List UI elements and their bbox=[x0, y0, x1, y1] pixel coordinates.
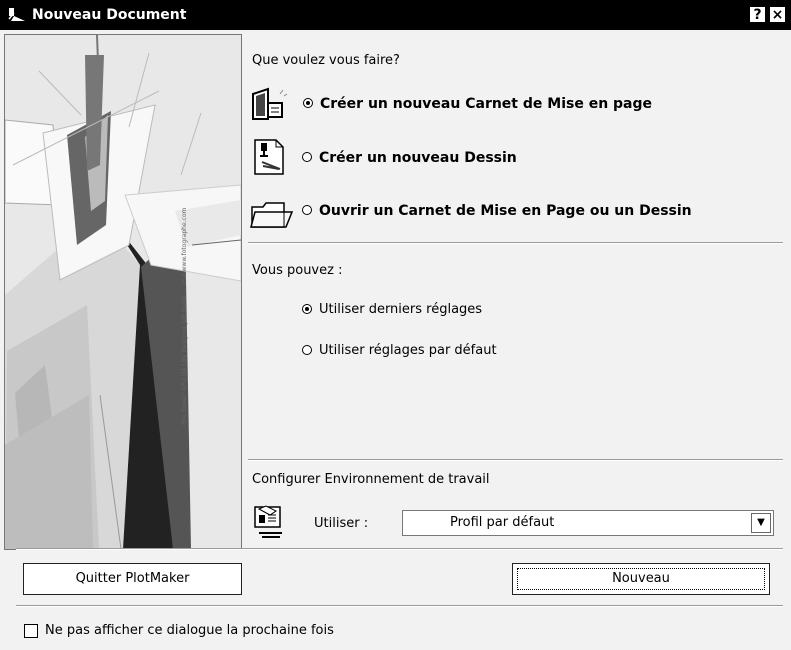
prompt-label: Que voulez vous faire? bbox=[252, 53, 400, 68]
layout-book-icon bbox=[252, 87, 288, 120]
environment-heading: Configurer Environnement de travail bbox=[252, 472, 490, 487]
dialog-title: Nouveau Document bbox=[32, 7, 187, 23]
use-profile-label: Utiliser : bbox=[314, 516, 369, 531]
create-layout-label[interactable]: Créer un nouveau Carnet de Mise en page bbox=[320, 96, 652, 112]
profile-computer-icon bbox=[254, 505, 282, 538]
folder-open-icon bbox=[250, 202, 294, 228]
use-default-settings-radio[interactable] bbox=[302, 345, 312, 355]
settings-heading: Vous pouvez : bbox=[252, 263, 343, 278]
profile-select[interactable]: Profil par défaut ▼ bbox=[402, 510, 774, 536]
open-existing-label[interactable]: Ouvrir un Carnet de Mise en Page ou un D… bbox=[319, 203, 692, 219]
create-drawing-radio[interactable] bbox=[302, 152, 312, 162]
drawing-icon bbox=[254, 139, 284, 175]
title-bar[interactable]: Nouveau Document ? × bbox=[0, 0, 791, 30]
help-button[interactable]: ? bbox=[749, 6, 766, 23]
separator-top bbox=[248, 242, 783, 244]
dont-show-again-label[interactable]: Ne pas afficher ce dialogue la prochaine… bbox=[45, 623, 334, 639]
create-drawing-label[interactable]: Créer un nouveau Dessin bbox=[319, 150, 517, 166]
architecture-illustration: Fire Tower" KPO DA I by Designer Jett Ba… bbox=[4, 34, 242, 550]
use-default-settings-label[interactable]: Utiliser réglages par défaut bbox=[319, 343, 497, 359]
app-icon bbox=[8, 8, 25, 21]
open-existing-radio[interactable] bbox=[302, 205, 312, 215]
use-last-settings-label[interactable]: Utiliser derniers réglages bbox=[319, 302, 482, 318]
quit-plotmaker-button[interactable]: Quitter PlotMaker bbox=[23, 563, 242, 595]
profile-select-value: Profil par défaut bbox=[450, 515, 555, 530]
new-document-button[interactable]: Nouveau bbox=[512, 563, 770, 595]
chevron-down-icon[interactable]: ▼ bbox=[751, 513, 771, 533]
separator-buttons bbox=[16, 548, 783, 550]
separator-middle bbox=[248, 459, 783, 461]
art-caption: Fire Tower" KPO DA I by Designer Jett Ba… bbox=[181, 207, 188, 425]
separator-footer bbox=[16, 605, 783, 607]
close-button[interactable]: × bbox=[769, 6, 786, 23]
dont-show-again-checkbox[interactable] bbox=[24, 624, 38, 638]
use-last-settings-radio[interactable] bbox=[302, 304, 312, 314]
create-layout-radio[interactable] bbox=[303, 98, 313, 108]
new-document-dialog: Nouveau Document ? × Fire Tower" KPO DA … bbox=[0, 0, 791, 650]
